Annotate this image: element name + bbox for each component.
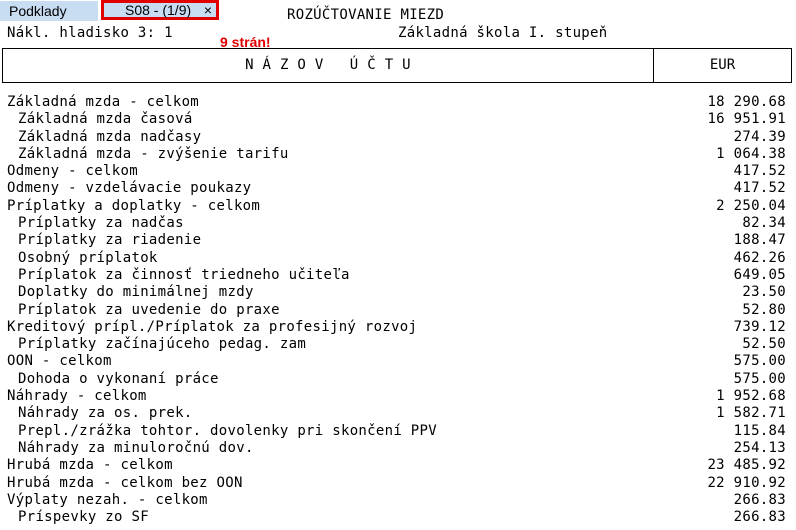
table-row: OON - celkom 575.00 — [0, 353, 796, 370]
account-value: 16 951.91 — [707, 111, 786, 128]
table-row: Príspevky zo SF 266.83 — [0, 509, 796, 526]
table-row: Výplaty nezah. - celkom 266.83 — [0, 492, 796, 509]
account-value: 2 250.04 — [716, 197, 786, 214]
tab-s08[interactable]: S08 - (1/9) × — [101, 0, 219, 20]
account-name: Dohoda o vykonaní práce — [18, 370, 219, 387]
report-title: ROZÚČTOVANIE MIEZD — [287, 7, 445, 23]
account-name: Základná mzda - zvýšenie tarifu — [18, 145, 289, 162]
table-row: Hrubá mzda - celkom 23 485.92 — [0, 457, 796, 474]
table-row: Základná mzda nadčasy 274.39 — [0, 129, 796, 146]
account-value: 18 290.68 — [707, 94, 786, 110]
account-value: 266.83 — [733, 491, 786, 508]
account-name: Základná mzda - celkom — [7, 94, 200, 110]
account-name: Doplatky do minimálnej mzdy — [18, 284, 254, 301]
account-value: 188.47 — [733, 232, 786, 249]
account-value: 23.50 — [742, 284, 786, 301]
account-name: Osobný príplatok — [18, 249, 158, 266]
table-row: Príplatky začínajúceho pedag. zam 52.50 — [0, 336, 796, 353]
table-row: Príplatky za riadenie 188.47 — [0, 232, 796, 249]
table-row: Základná mzda - celkom 18 290.68 — [0, 94, 796, 111]
account-name: Odmeny - celkom — [7, 163, 138, 180]
account-value: 52.50 — [742, 336, 786, 353]
account-value: 739.12 — [733, 318, 786, 335]
account-name: Základná mzda časová — [18, 111, 193, 128]
table-row: Odmeny - celkom 417.52 — [0, 163, 796, 180]
account-value: 462.26 — [733, 249, 786, 266]
table-row: Príplatok za uvedenie do praxe 52.80 — [0, 302, 796, 319]
account-value: 1 064.38 — [716, 145, 786, 162]
account-name: Príplatky začínajúceho pedag. zam — [18, 336, 307, 353]
account-value: 82.34 — [742, 215, 786, 232]
account-name: Kreditový prípl./Príplatok za profesijný… — [7, 318, 418, 335]
account-name: Náhrady - celkom — [7, 388, 147, 405]
column-header-name: N Á Z O V Ú Č T U — [3, 49, 654, 82]
table-row: Hrubá mzda - celkom bez OON 22 910.92 — [0, 475, 796, 492]
account-value: 52.80 — [742, 301, 786, 318]
account-value: 1 952.68 — [716, 388, 786, 405]
account-name: Odmeny - vzdelávacie poukazy — [7, 180, 252, 197]
table-row: Doplatky do minimálnej mzdy 23.50 — [0, 284, 796, 301]
table-header: N Á Z O V Ú Č T U EUR — [2, 48, 792, 83]
table-row: Príplatky za nadčas 82.34 — [0, 215, 796, 232]
table-row: Dohoda o vykonaní práce 575.00 — [0, 371, 796, 388]
account-value: 649.05 — [733, 266, 786, 283]
table-row: Základná mzda - zvýšenie tarifu 1 064.38 — [0, 146, 796, 163]
table-row: Základná mzda časová 16 951.91 — [0, 111, 796, 128]
table-row: Odmeny - vzdelávacie poukazy 417.52 — [0, 180, 796, 197]
account-name: Príplatok za uvedenie do praxe — [18, 301, 280, 318]
account-name: Hrubá mzda - celkom bez OON — [7, 474, 243, 491]
school-name: Základná škola I. stupeň — [398, 25, 608, 41]
table-row: Kreditový prípl./Príplatok za profesijný… — [0, 319, 796, 336]
close-icon[interactable]: × — [204, 3, 212, 18]
account-value: 1 582.71 — [716, 405, 786, 422]
account-value: 417.52 — [733, 180, 786, 197]
account-name: Základná mzda nadčasy — [18, 128, 202, 145]
account-name: Príspevky zo SF — [18, 509, 149, 526]
account-value: 575.00 — [733, 370, 786, 387]
table-row: Príplatky a doplatky - celkom 2 250.04 — [0, 198, 796, 215]
table-row: Náhrady - celkom 1 952.68 — [0, 388, 796, 405]
table-row: Osobný príplatok 462.26 — [0, 250, 796, 267]
account-name: OON - celkom — [7, 353, 112, 370]
table-row: Prepl./zrážka tohtor. dovolenky pri skon… — [0, 423, 796, 440]
account-value: 266.83 — [733, 509, 786, 526]
account-name: Výplaty nezah. - celkom — [7, 491, 208, 508]
account-value: 115.84 — [733, 422, 786, 439]
table-row: Náhrady za minuloročnú dov. 254.13 — [0, 440, 796, 457]
tab-podklady[interactable]: Podklady — [0, 1, 98, 21]
table-row: Príplatok za činnosť triedneho učiteľa 64… — [0, 267, 796, 284]
account-value: 254.13 — [733, 439, 786, 456]
account-value: 575.00 — [733, 353, 786, 370]
table-row: Náhrady za os. prek. 1 582.71 — [0, 405, 796, 422]
account-name: Príplatok za činnosť triedneho učiteľa — [18, 266, 350, 283]
account-value: 417.52 — [733, 163, 786, 180]
account-value: 274.39 — [733, 128, 786, 145]
column-header-currency: EUR — [709, 57, 736, 73]
account-name: Náhrady za os. prek. — [18, 405, 193, 422]
account-name: Hrubá mzda - celkom — [7, 457, 173, 474]
account-value: 23 485.92 — [707, 457, 786, 474]
account-list: Základná mzda - celkom 18 290.68 Základná … — [0, 94, 796, 526]
account-name: Príplatky za riadenie — [18, 232, 202, 249]
cost-center-label: Nákl. hladisko 3: 1 — [7, 25, 173, 41]
account-value: 22 910.92 — [707, 474, 786, 491]
account-name: Prepl./zrážka tohtor. dovolenky pri skon… — [18, 422, 437, 439]
account-name: Náhrady za minuloročnú dov. — [18, 439, 254, 456]
account-name: Príplatky za nadčas — [18, 215, 184, 232]
account-name: Príplatky a doplatky - celkom — [7, 197, 261, 214]
tab-s08-label: S08 - (1/9) — [125, 2, 192, 18]
